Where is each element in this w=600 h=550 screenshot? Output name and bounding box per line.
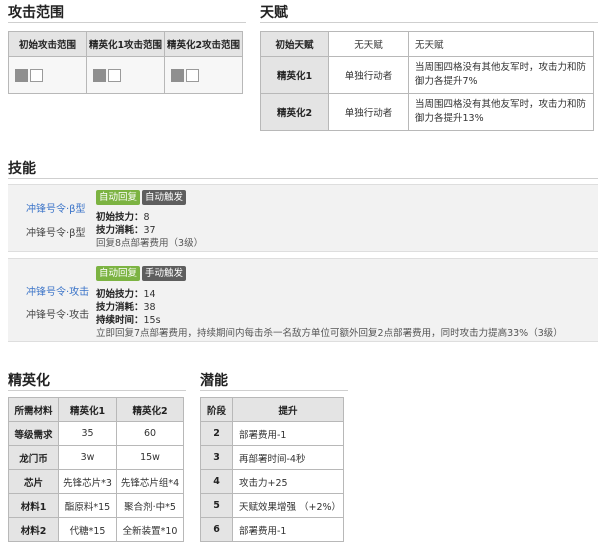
potential-stage: 6 bbox=[200, 517, 233, 542]
elite-title-divider bbox=[8, 390, 186, 391]
elite-title: 精英化 bbox=[8, 373, 50, 389]
range-cell-attack bbox=[108, 68, 121, 82]
elite-row-label: 等级需求 bbox=[8, 421, 59, 446]
range-cell-self bbox=[93, 68, 106, 82]
elite-header-material: 所需材料 bbox=[8, 397, 59, 422]
range-grid-elite1 bbox=[86, 56, 165, 94]
skill-2-badges: 自动回复 手动触发 bbox=[96, 266, 187, 281]
skill-1-initial-sp: 初始技力：8 bbox=[96, 209, 150, 223]
potential-effect: 再部署时间-4秒 bbox=[232, 445, 344, 470]
talent-effect-initial: 无天赋 bbox=[408, 31, 594, 57]
skill-1-sp-cost: 技力消耗：37 bbox=[96, 222, 156, 236]
skill-2-duration: 持续时间：15s bbox=[96, 312, 161, 326]
potential-stage: 2 bbox=[200, 421, 233, 446]
talent-condition-elite1: 单独行动者 bbox=[328, 56, 409, 94]
range-title-divider bbox=[8, 22, 246, 23]
talent-effect-elite1: 当周围四格没有其他友军时，攻击力和防御力各提升7% bbox=[408, 56, 594, 94]
skill-2-link[interactable]: 冲锋号令·攻击 bbox=[26, 283, 89, 298]
potential-title-divider bbox=[200, 390, 348, 391]
potential-stage: 5 bbox=[200, 493, 233, 518]
potential-stage: 4 bbox=[200, 469, 233, 494]
range-header-initial: 初始攻击范围 bbox=[8, 31, 87, 57]
talent-stage-elite1: 精英化1 bbox=[260, 56, 329, 94]
elite-row-e1: 先锋芯片*3 bbox=[58, 469, 117, 494]
potential-table: 阶段 提升 2 部署费用-1 3 再部署时间-4秒 4 攻击力+25 5 天赋效… bbox=[200, 397, 344, 542]
elite-row-e2: 60 bbox=[116, 421, 184, 446]
elite-row-e1: 酯原料*15 bbox=[58, 493, 117, 518]
trigger-type-badge: 自动触发 bbox=[142, 190, 187, 205]
sp-recovery-badge: 自动回复 bbox=[96, 190, 141, 205]
potential-stage: 3 bbox=[200, 445, 233, 470]
skills-title-divider bbox=[8, 178, 598, 179]
talent-title-divider bbox=[260, 22, 598, 23]
talent-title: 天赋 bbox=[260, 5, 288, 21]
potential-header-stage: 阶段 bbox=[200, 397, 233, 422]
elite-promotion-table: 所需材料 精英化1 精英化2 等级需求 35 60 龙门币 3w 15w 芯片 … bbox=[8, 397, 184, 542]
skill-1-link[interactable]: 冲锋号令·β型 bbox=[26, 200, 86, 215]
talent-condition-initial: 无天赋 bbox=[328, 31, 409, 57]
elite-row-label: 材料2 bbox=[8, 517, 59, 542]
elite-row-e2: 聚合剂·中*5 bbox=[116, 493, 184, 518]
skill-2-sp-cost: 技力消耗：38 bbox=[96, 299, 156, 313]
talent-table: 初始天赋 无天赋 无天赋 精英化1 单独行动者 当周围四格没有其他友军时，攻击力… bbox=[260, 31, 594, 131]
elite-header-e2: 精英化2 bbox=[116, 397, 184, 422]
elite-row-e1: 3w bbox=[58, 445, 117, 470]
talent-effect-elite2: 当周围四格没有其他友军时，攻击力和防御力各提升13% bbox=[408, 93, 594, 131]
range-table: 初始攻击范围 精英化1攻击范围 精英化2攻击范围 bbox=[8, 31, 243, 94]
range-cell-attack bbox=[186, 68, 199, 82]
range-title: 攻击范围 bbox=[8, 5, 64, 21]
range-cell-self bbox=[171, 68, 184, 82]
skill-1-description: 回复8点部署费用（3级） bbox=[96, 238, 204, 249]
skills-title: 技能 bbox=[8, 161, 36, 177]
potential-effect: 部署费用-1 bbox=[232, 421, 344, 446]
potential-effect: 部署费用-1 bbox=[232, 517, 344, 542]
potential-title: 潜能 bbox=[200, 373, 228, 389]
potential-header-effect: 提升 bbox=[232, 397, 344, 422]
elite-row-e2: 15w bbox=[116, 445, 184, 470]
elite-row-label: 材料1 bbox=[8, 493, 59, 518]
range-cell-attack bbox=[30, 68, 43, 82]
range-grid-elite2 bbox=[164, 56, 243, 94]
talent-stage-elite2: 精英化2 bbox=[260, 93, 329, 131]
range-grid-initial bbox=[8, 56, 87, 94]
range-header-elite2: 精英化2攻击范围 bbox=[164, 31, 243, 57]
talent-condition-elite2: 单独行动者 bbox=[328, 93, 409, 131]
skill-2-initial-sp: 初始技力：14 bbox=[96, 286, 156, 300]
skill-1-name: 冲锋号令·β型 bbox=[26, 228, 86, 239]
elite-row-e1: 35 bbox=[58, 421, 117, 446]
elite-row-e1: 代糖*15 bbox=[58, 517, 117, 542]
skill-2-name: 冲锋号令·攻击 bbox=[26, 310, 90, 321]
potential-effect: 攻击力+25 bbox=[232, 469, 344, 494]
range-header-elite1: 精英化1攻击范围 bbox=[86, 31, 165, 57]
potential-effect: 天赋效果增强 （+2%） bbox=[232, 493, 344, 518]
skill-1-badges: 自动回复 自动触发 bbox=[96, 190, 187, 205]
elite-row-label: 芯片 bbox=[8, 469, 59, 494]
elite-row-e2: 先锋芯片组*4 bbox=[116, 469, 184, 494]
skill-2-description: 立即回复7点部署费用，持续期间内每击杀一名敌方单位可额外回复2点部署费用，同时攻… bbox=[96, 328, 563, 339]
trigger-type-badge: 手动触发 bbox=[142, 266, 187, 281]
elite-header-e1: 精英化1 bbox=[58, 397, 117, 422]
talent-stage-initial: 初始天赋 bbox=[260, 31, 329, 57]
elite-row-label: 龙门币 bbox=[8, 445, 59, 470]
range-cell-self bbox=[15, 68, 28, 82]
elite-row-e2: 全新装置*10 bbox=[116, 517, 184, 542]
sp-recovery-badge: 自动回复 bbox=[96, 266, 141, 281]
